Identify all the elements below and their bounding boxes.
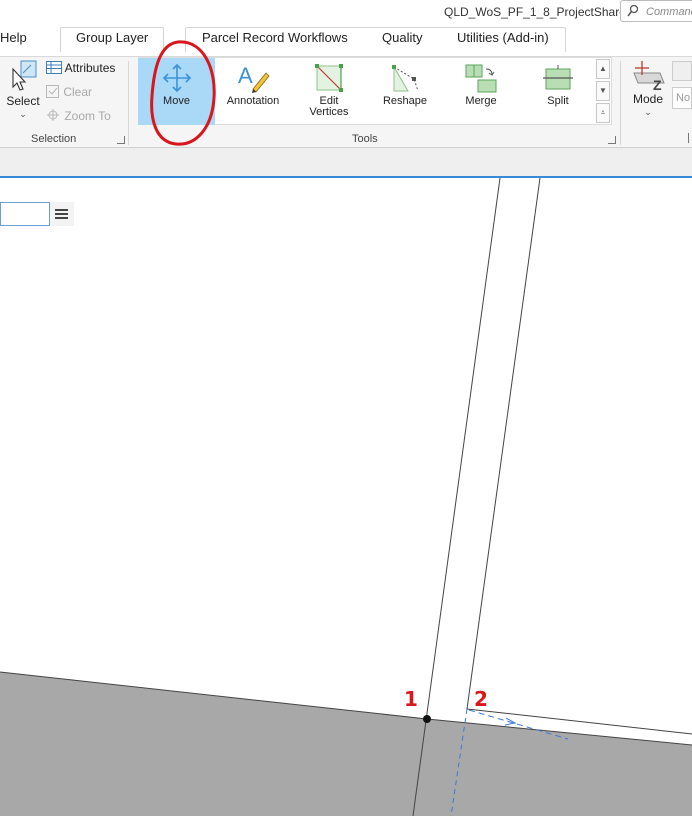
annotation-label-2: 2	[474, 687, 488, 711]
attributes-button[interactable]: Attributes	[46, 61, 115, 77]
road-edge-line-right	[466, 178, 541, 710]
mode-label: Mode	[632, 92, 664, 106]
annotation-tool-button[interactable]: A Annotation	[218, 63, 288, 107]
select-label: Select	[6, 94, 40, 108]
title-bar: QLD_WoS_PF_1_8_ProjectShare Command	[0, 0, 692, 26]
tools-group-label: Tools	[352, 133, 378, 145]
svg-text:A: A	[238, 63, 253, 88]
annotation-label: Annotation	[226, 95, 280, 107]
tab-help[interactable]: Help	[0, 30, 27, 45]
zoom-to-icon	[46, 109, 61, 125]
selection-group-label: Selection	[31, 133, 77, 145]
mode-launcher-fragment	[688, 133, 692, 143]
map-search-input[interactable]	[0, 202, 50, 226]
reshape-tool-button[interactable]: Reshape	[372, 63, 438, 107]
edit-vertices-label-2: Vertices	[309, 106, 349, 118]
command-search-placeholder: Command	[646, 6, 692, 18]
merge-label: Merge	[465, 95, 497, 107]
mode-field-top[interactable]	[672, 61, 692, 81]
view-tab-strip	[0, 148, 692, 176]
tab-parcel-record-workflows[interactable]: Parcel Record Workflows	[202, 30, 348, 45]
ribbon-tab-row: Help Group Layer Parcel Record Workflows…	[0, 26, 692, 56]
merge-tool-button[interactable]: Merge	[448, 63, 514, 107]
tab-quality[interactable]: Quality	[382, 30, 422, 45]
gallery-scroll-down-icon[interactable]: ▼	[596, 81, 610, 101]
zoom-to-selection-button[interactable]: Zoom To	[46, 109, 111, 125]
gallery-scroll-up-icon[interactable]: ▲	[596, 59, 610, 79]
clear-selection-button[interactable]: Clear	[46, 85, 92, 101]
move-label: Move	[163, 95, 190, 107]
mode-dropdown-icon[interactable]: ⌄	[626, 107, 670, 118]
mode-value-field[interactable]: No	[672, 87, 692, 109]
zoom-to-label: Zoom To	[64, 109, 111, 124]
tools-dialog-launcher-icon[interactable]	[608, 136, 616, 144]
selection-dialog-launcher-icon[interactable]	[117, 136, 125, 144]
svg-text:Z: Z	[653, 77, 662, 91]
tab-utilities-add-in[interactable]: Utilities (Add-in)	[457, 30, 549, 45]
tools-gallery-scroll: ▲ ▼ ⩡	[596, 59, 610, 123]
selected-vertex[interactable]	[423, 715, 431, 723]
clear-icon	[46, 85, 60, 101]
window-title: QLD_WoS_PF_1_8_ProjectShare	[444, 5, 626, 19]
ribbon-separator	[128, 61, 129, 145]
reshape-label: Reshape	[382, 95, 428, 107]
mode-button[interactable]: Z Mode ⌄	[626, 59, 670, 118]
annotation-label-1: 1	[404, 687, 418, 711]
attributes-icon	[46, 61, 62, 77]
map-canvas	[0, 178, 692, 816]
attributes-label: Attributes	[64, 61, 116, 76]
search-icon	[627, 4, 639, 21]
edit-vertices-tool-button[interactable]: Edit Vertices	[296, 63, 362, 118]
split-tool-button[interactable]: Split	[525, 63, 591, 107]
clear-label: Clear	[63, 85, 93, 100]
select-dropdown-icon[interactable]: ⌄	[4, 109, 42, 120]
gallery-expand-icon[interactable]: ⩡	[596, 103, 610, 123]
tab-group-layer[interactable]: Group Layer	[76, 30, 148, 45]
ribbon: Select ⌄ Attributes Clear Zoom To Select…	[0, 56, 692, 148]
ribbon-separator	[620, 61, 621, 145]
command-search-input[interactable]: Command	[620, 0, 692, 22]
gray-parcel	[0, 672, 692, 816]
select-button[interactable]: Select ⌄	[4, 59, 42, 120]
map-view[interactable]	[0, 178, 692, 816]
move-tool-button[interactable]: Move	[140, 63, 213, 107]
split-label: Split	[547, 95, 569, 107]
map-menu-icon[interactable]	[50, 202, 74, 226]
